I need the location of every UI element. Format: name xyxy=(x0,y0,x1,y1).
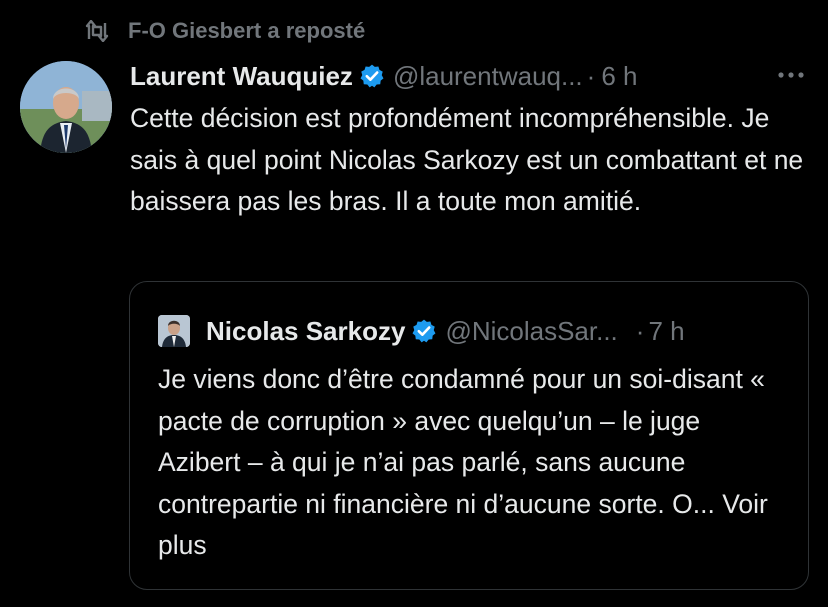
tweet-header: Laurent Wauquiez @laurentwauq... · 6 h xyxy=(130,56,808,96)
repost-context[interactable]: F-O Giesbert a reposté xyxy=(84,14,365,48)
separator-dot: · xyxy=(635,315,645,346)
quoted-tweet-header: Nicolas Sarkozy @NicolasSar... · 7 h xyxy=(158,311,780,351)
separator-dot: · xyxy=(586,60,596,91)
verified-badge-icon xyxy=(412,319,436,343)
quoted-author-avatar xyxy=(158,315,190,347)
quoted-tweet-card[interactable]: Nicolas Sarkozy @NicolasSar... · 7 h Je … xyxy=(129,281,809,590)
tweet-text: Cette décision est profondément incompré… xyxy=(130,103,804,216)
quoted-tweet-timestamp: 7 h xyxy=(648,315,685,346)
quoted-tweet-body: Je viens donc d’être condamné pour un so… xyxy=(158,364,765,519)
avatar-image xyxy=(158,315,190,347)
quoted-tweet-text: Je viens donc d’être condamné pour un so… xyxy=(158,359,788,567)
more-options-icon[interactable] xyxy=(776,68,806,82)
repost-icon xyxy=(85,20,109,42)
quoted-author-name: Nicolas Sarkozy xyxy=(206,315,406,346)
author-name[interactable]: Laurent Wauquiez xyxy=(130,61,353,92)
author-handle[interactable]: @laurentwauq... xyxy=(393,61,583,92)
avatar-image xyxy=(20,61,112,153)
quoted-author-handle: @NicolasSar... xyxy=(445,315,618,346)
tweet-timestamp[interactable]: 6 h xyxy=(601,61,637,92)
repost-label: F-O Giesbert a reposté xyxy=(128,18,366,43)
author-avatar[interactable] xyxy=(20,61,112,153)
verified-badge-icon xyxy=(360,64,384,88)
